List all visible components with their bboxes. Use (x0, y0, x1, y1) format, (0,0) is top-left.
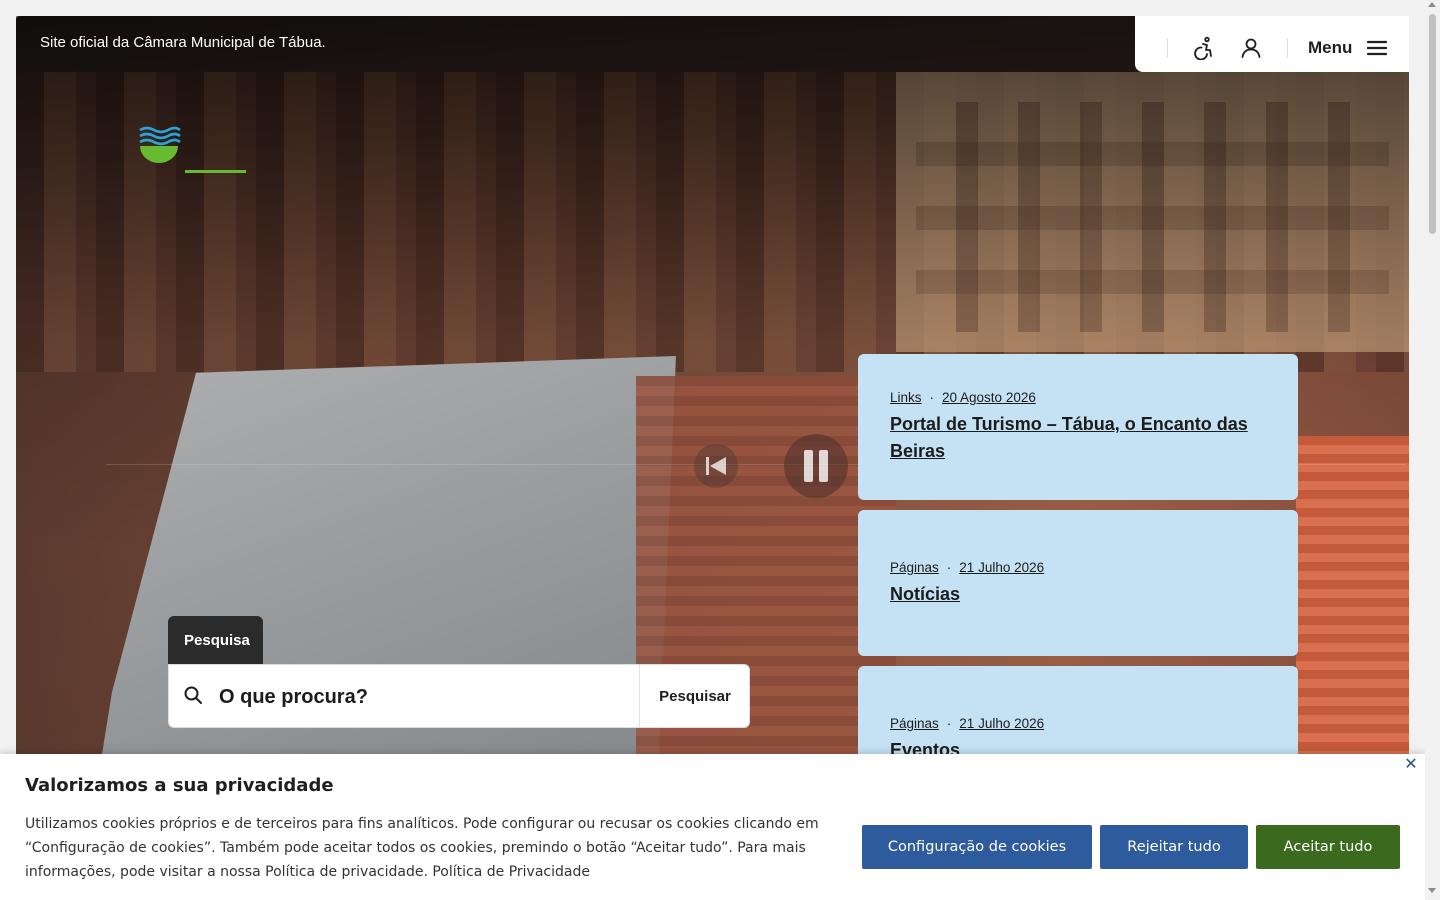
search-input[interactable] (219, 675, 629, 719)
news-card[interactable]: Links · 20 Agosto 2026 Portal de Turismo… (858, 354, 1298, 500)
news-card[interactable]: Páginas · 21 Julho 2026 Notícias (858, 510, 1298, 656)
card-date-link[interactable]: 20 Agosto 2026 (942, 390, 1036, 405)
cookie-title: Valorizamos a sua privacidade (25, 775, 334, 796)
menu-button[interactable]: Menu (1308, 34, 1388, 62)
card-date-link[interactable]: 21 Julho 2026 (959, 716, 1044, 731)
pause-icon (804, 450, 828, 482)
hamburger-icon (1367, 40, 1388, 56)
card-meta: Páginas · 21 Julho 2026 (890, 716, 1266, 731)
card-title-link[interactable]: Notícias (890, 581, 1266, 608)
logo-underline (185, 170, 246, 173)
close-icon[interactable]: ✕ (1404, 756, 1418, 772)
previous-icon (706, 457, 726, 475)
accept-all-button[interactable]: Aceitar tudo (1256, 825, 1400, 869)
site-logo[interactable] (136, 126, 286, 176)
cookie-banner: Valorizamos a sua privacidade Utilizamos… (0, 754, 1425, 900)
card-meta: Páginas · 21 Julho 2026 (890, 560, 1266, 575)
scroll-down-icon[interactable] (1428, 888, 1436, 893)
menu-label: Menu (1308, 38, 1353, 57)
card-category-link[interactable]: Páginas (890, 560, 939, 575)
reject-all-button[interactable]: Rejeitar tudo (1100, 825, 1248, 869)
cookie-text: Utilizamos cookies próprios e de terceir… (25, 816, 819, 880)
user-icon (1241, 38, 1261, 58)
meta-dot: · (946, 560, 952, 575)
scrollbar-thumb[interactable] (1429, 14, 1436, 234)
account-button[interactable] (1238, 34, 1264, 62)
card-meta: Links · 20 Agosto 2026 (890, 390, 1266, 405)
card-category-link[interactable]: Páginas (890, 716, 939, 731)
nav-separator (1167, 38, 1168, 58)
card-date-link[interactable]: 21 Julho 2026 (959, 560, 1044, 575)
meta-dot: · (946, 716, 952, 731)
search-tab: Pesquisa (168, 616, 263, 664)
search-icon (184, 686, 202, 704)
slider-pause-button[interactable] (784, 434, 848, 498)
logo-emblem (139, 126, 181, 163)
slider-previous-button[interactable] (694, 444, 738, 488)
nav-separator (1287, 38, 1288, 58)
card-title-link[interactable]: Portal de Turismo – Tábua, o Encanto das… (890, 411, 1266, 465)
search-bar: Pesquisar (168, 664, 750, 728)
accessibility-icon (1194, 36, 1212, 60)
card-category-link[interactable]: Links (890, 390, 922, 405)
scroll-up-icon[interactable] (1428, 2, 1436, 7)
accessibility-button[interactable] (1190, 34, 1216, 62)
meta-dot: · (929, 390, 935, 405)
site-label: Site oficial da Câmara Municipal de Tábu… (40, 34, 326, 51)
page-scrollbar[interactable] (1425, 0, 1440, 900)
cookie-settings-button[interactable]: Configuração de cookies (862, 825, 1092, 869)
search-button[interactable]: Pesquisar (640, 665, 750, 727)
